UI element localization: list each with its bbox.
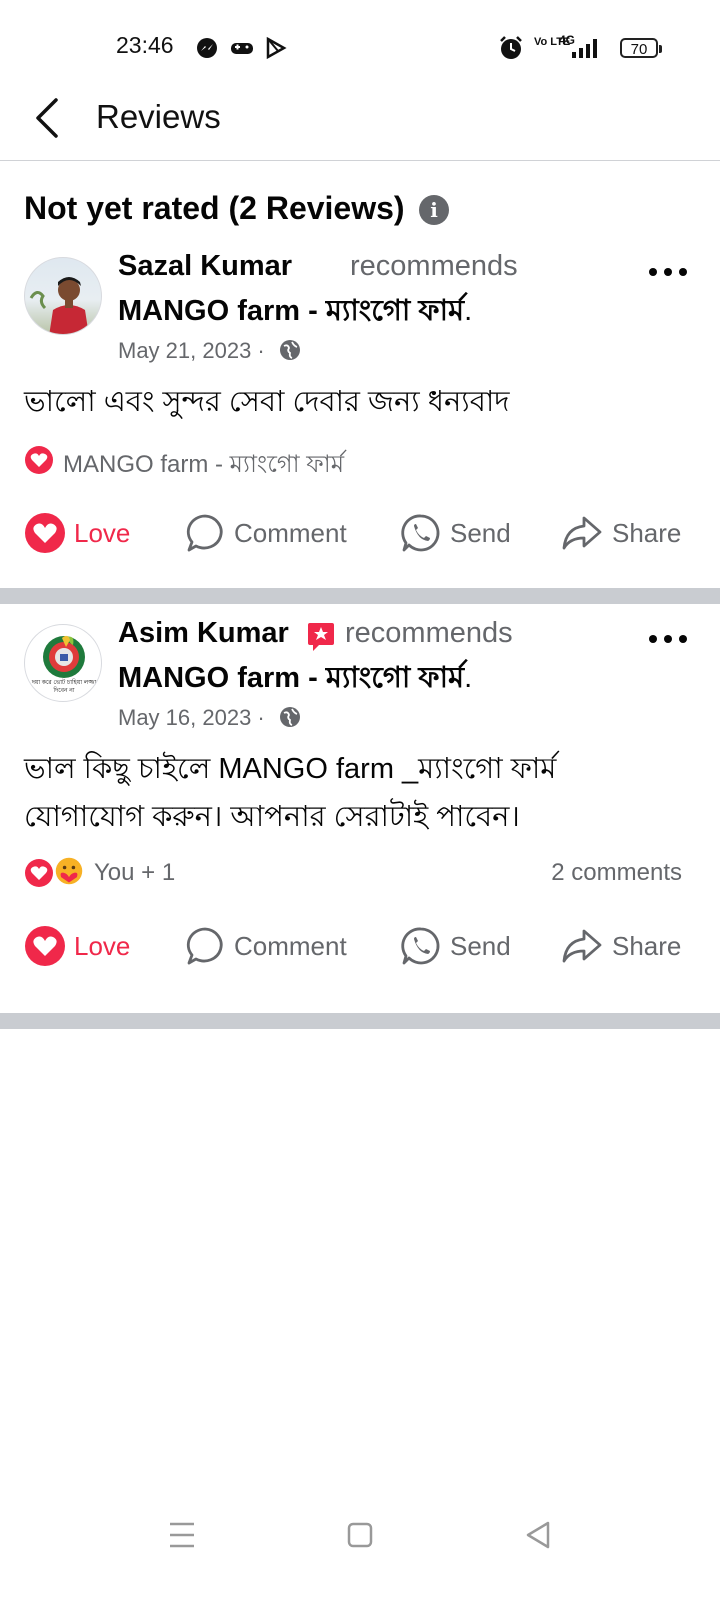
share-button[interactable]: Share	[560, 508, 681, 558]
love-label: Love	[74, 930, 131, 961]
send-label: Send	[450, 517, 511, 548]
comment-button[interactable]: Comment	[184, 921, 347, 971]
comments-count[interactable]: 2 comments	[480, 859, 682, 887]
whatsapp-icon	[401, 514, 440, 552]
card-separator	[0, 1013, 720, 1029]
recommends-label: recommends	[350, 250, 518, 282]
page-link[interactable]: MANGO farm - ম্যাংগো ফার্ম	[118, 295, 464, 327]
share-label: Share	[612, 517, 682, 548]
love-icon	[25, 513, 65, 553]
signal-icon	[572, 39, 597, 58]
share-icon	[562, 929, 602, 963]
comment-icon	[186, 514, 223, 552]
info-icon[interactable]: i	[419, 195, 449, 225]
more-dots-icon	[649, 635, 687, 643]
home-button[interactable]	[330, 1510, 390, 1560]
whatsapp-icon	[401, 927, 440, 965]
avatar[interactable]	[24, 257, 102, 335]
author-name[interactable]: Sazal Kumar	[118, 250, 292, 283]
play-icon	[266, 36, 287, 60]
globe-icon	[280, 707, 300, 727]
comment-label: Comment	[234, 517, 347, 548]
share-button[interactable]: Share	[560, 921, 681, 971]
send-label: Send	[450, 930, 511, 961]
love-icon	[25, 926, 65, 966]
review-text: ভালো এবং সুন্দর সেবা দেবার জন্য ধন্যবাদ	[24, 386, 510, 418]
alarm-icon	[500, 36, 522, 59]
send-button[interactable]: Send	[400, 508, 511, 558]
page-title: Reviews	[96, 98, 221, 135]
top-fan-badge-icon	[308, 623, 334, 651]
page-link[interactable]: MANGO farm - ম্যাংগো ফার্ম	[118, 662, 464, 694]
more-options-button[interactable]	[646, 625, 696, 655]
reaction-summary[interactable]: MANGO farm - ম্যাংগো ফার্ম	[63, 446, 344, 486]
messenger-icon	[197, 38, 217, 58]
love-reaction-icon	[25, 446, 53, 474]
game-icon	[231, 43, 253, 54]
battery-icon: 70	[620, 38, 662, 58]
back-triangle-icon	[526, 1521, 550, 1549]
more-dots-icon	[649, 268, 687, 276]
avatar[interactable]: দয়া করে ভোট চাহিয়া লজ্জা দিবেন না	[24, 624, 102, 702]
menu-icon	[170, 1522, 194, 1548]
recommends-label: recommends	[345, 617, 513, 649]
status-time: 23:46	[116, 32, 174, 58]
love-button[interactable]: Love	[24, 921, 130, 971]
header-divider	[0, 160, 720, 161]
love-button[interactable]: Love	[24, 508, 130, 558]
home-square-icon	[347, 1522, 373, 1548]
profile-photo	[29, 277, 89, 334]
reaction-summary[interactable]: You + 1	[94, 859, 175, 887]
card-separator	[0, 588, 720, 604]
author-name[interactable]: Asim Kumar	[118, 617, 289, 650]
page-line: MANGO farm - ম্যাংগো ফার্ম.	[118, 288, 472, 337]
back-button[interactable]	[20, 92, 80, 148]
page-line: MANGO farm - ম্যাংগো ফার্ম.	[118, 655, 472, 704]
review-date[interactable]: May 16, 2023 ·	[118, 705, 265, 731]
page-suffix: .	[464, 662, 473, 694]
send-button[interactable]: Send	[400, 921, 511, 971]
rating-summary: Not yet rated (2 Reviews)	[24, 190, 405, 226]
avatar-caption: দয়া করে ভোট চাহিয়া লজ্জা দিবেন না	[31, 680, 97, 694]
nav-back-button[interactable]	[508, 1510, 568, 1560]
love-label: Love	[74, 517, 131, 548]
recent-apps-button[interactable]	[152, 1510, 212, 1560]
care-reaction-icon	[55, 857, 83, 885]
share-icon	[562, 516, 602, 550]
review-date[interactable]: May 21, 2023 ·	[118, 338, 265, 364]
review-text: ভাল কিছু চাইলে MANGO farm _ম্যাংগো ফার্ম…	[24, 753, 557, 833]
globe-icon	[280, 340, 300, 360]
comment-icon	[186, 927, 223, 965]
page-suffix: .	[464, 295, 473, 327]
share-label: Share	[612, 930, 682, 961]
more-options-button[interactable]	[646, 258, 696, 288]
comment-label: Comment	[234, 930, 347, 961]
comment-button[interactable]: Comment	[184, 508, 347, 558]
love-reaction-icon	[25, 859, 53, 887]
chevron-left-icon	[36, 98, 58, 138]
